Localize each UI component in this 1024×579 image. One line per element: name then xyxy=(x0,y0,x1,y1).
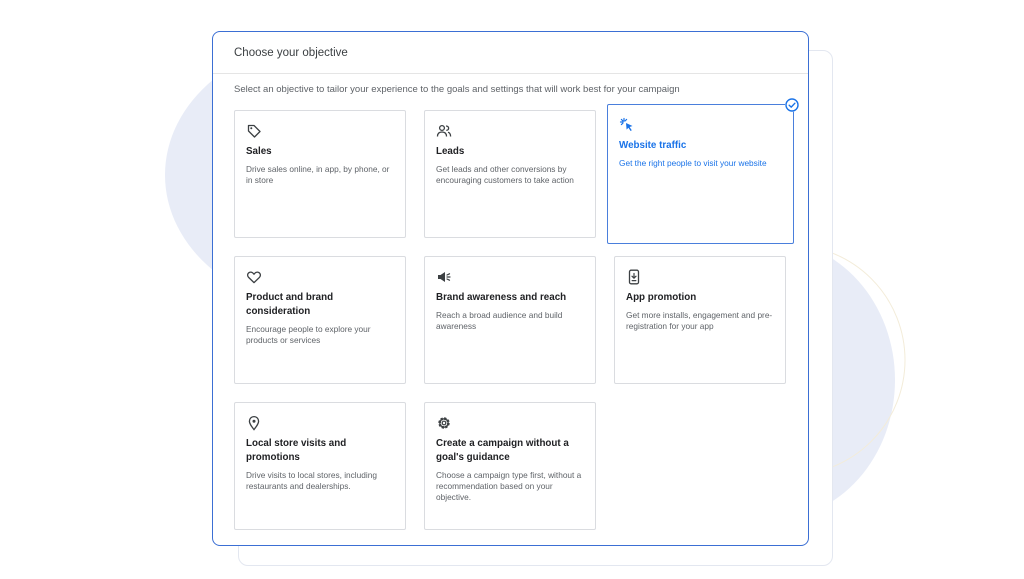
objective-title: Sales xyxy=(246,146,272,157)
panel-header: Choose your objective xyxy=(213,32,808,74)
heart-icon xyxy=(247,271,261,284)
objective-title: Website traffic xyxy=(619,140,687,151)
people-icon xyxy=(436,124,452,137)
objective-description: Choose a campaign type first, without a … xyxy=(436,470,582,502)
objective-description: Reach a broad audience and build awarene… xyxy=(436,310,563,331)
megaphone-icon xyxy=(438,272,451,282)
objective-card-leads[interactable]: Leads Get leads and other conversions by… xyxy=(424,110,596,238)
objective-title: Brand awareness and reach xyxy=(436,292,567,303)
panel-subtitle: Select an objective to tailor your exper… xyxy=(234,84,680,95)
objective-description: Drive visits to local stores, including … xyxy=(246,470,377,491)
objective-card-sales[interactable]: Sales Drive sales online, in app, by pho… xyxy=(234,110,406,238)
objective-title: Create a campaign without a goal's guida… xyxy=(436,438,569,463)
objective-title: Local store visits and promotions xyxy=(246,438,347,463)
phone-download-icon xyxy=(628,269,640,285)
objective-description: Get leads and other conversions by encou… xyxy=(436,164,574,185)
objective-title: Leads xyxy=(436,146,465,157)
objective-description: Drive sales online, in app, by phone, or… xyxy=(246,164,390,185)
location-pin-icon xyxy=(248,415,260,431)
gear-icon xyxy=(438,417,450,429)
cursor-click-icon xyxy=(619,117,633,131)
selected-check-icon xyxy=(785,98,799,112)
objective-title: App promotion xyxy=(626,292,697,303)
objective-card-local-store-visits[interactable]: Local store visits and promotions Drive … xyxy=(234,402,406,530)
panel-title: Choose your objective xyxy=(234,46,348,59)
objective-description: Get more installs, engagement and pre-re… xyxy=(626,310,773,331)
objective-card-website-traffic[interactable]: Website traffic Get the right people to … xyxy=(607,104,794,244)
objective-card-app-promotion[interactable]: App promotion Get more installs, engagem… xyxy=(614,256,786,384)
tag-icon xyxy=(247,124,261,138)
objective-card-product-brand-consideration[interactable]: Product and brand consideration Encourag… xyxy=(234,256,406,384)
objective-card-brand-awareness[interactable]: Brand awareness and reach Reach a broad … xyxy=(424,256,596,384)
objective-description: Encourage people to explore your product… xyxy=(246,324,371,345)
objective-description: Get the right people to visit your websi… xyxy=(619,158,767,168)
objective-title: Product and brand consideration xyxy=(246,292,334,317)
objective-card-no-goal-guidance[interactable]: Create a campaign without a goal's guida… xyxy=(424,402,596,530)
objective-panel: Choose your objective Select an objectiv… xyxy=(212,31,809,546)
